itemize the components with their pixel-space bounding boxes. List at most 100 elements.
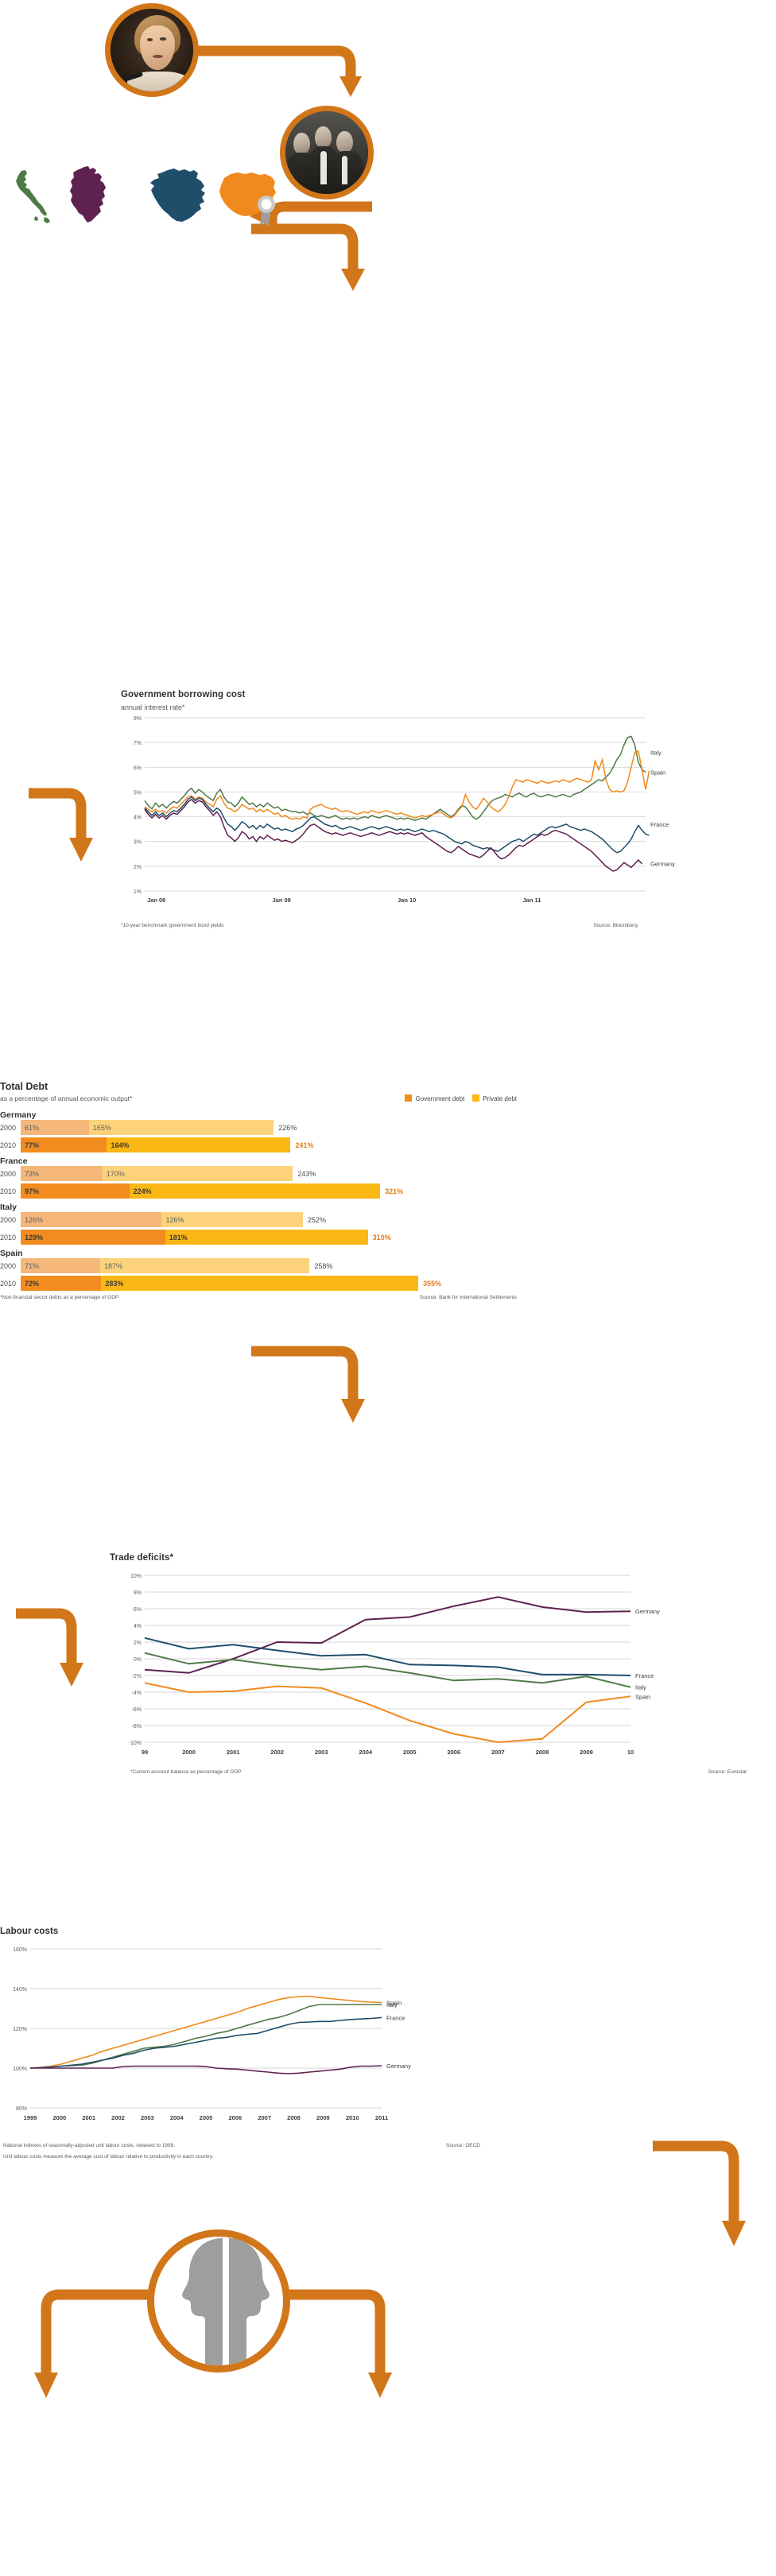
flow-arrow-7 bbox=[648, 2138, 767, 2281]
map-germany bbox=[64, 165, 116, 226]
trade-deficits-title: Trade deficits* bbox=[110, 1553, 770, 1563]
debt-group-france: France200073%170%243%201097%224%321% bbox=[0, 1156, 517, 1199]
debt-segment-private: 165% bbox=[89, 1120, 274, 1135]
svg-text:Jan 10: Jan 10 bbox=[398, 897, 416, 904]
svg-text:-6%: -6% bbox=[132, 1707, 142, 1713]
svg-text:Jan 09: Jan 09 bbox=[273, 897, 291, 904]
chart-trade-deficits: Trade deficits* 10%8%6%4%2%0%-2%-4%-6%-8… bbox=[110, 1553, 770, 1792]
borrowing-chart-source: Source: Bloomberg bbox=[593, 923, 638, 928]
svg-text:1999: 1999 bbox=[24, 2114, 37, 2121]
debt-group-italy: Italy2000126%126%252%2010129%181%310% bbox=[0, 1203, 517, 1245]
debt-segment-government: 61% bbox=[21, 1120, 89, 1135]
svg-text:2001: 2001 bbox=[82, 2114, 95, 2121]
labour-costs-footnote: National indexes of seasonally-adjusted … bbox=[3, 2143, 175, 2148]
series-label-italy: Italy bbox=[386, 2001, 398, 2009]
two-faces-icon bbox=[154, 2237, 290, 2373]
svg-text:2011: 2011 bbox=[375, 2114, 388, 2121]
debt-row-total: 355% bbox=[423, 1280, 441, 1288]
map-france bbox=[149, 167, 209, 226]
svg-text:2008: 2008 bbox=[287, 2114, 301, 2121]
series-label-france: France bbox=[650, 821, 669, 828]
debt-segment-government: 73% bbox=[21, 1166, 103, 1181]
series-line-france bbox=[145, 797, 650, 853]
svg-text:2004: 2004 bbox=[170, 2114, 184, 2121]
italy-shape bbox=[16, 170, 50, 223]
debt-row: 200073%170%243% bbox=[0, 1166, 517, 1181]
svg-text:2005: 2005 bbox=[200, 2114, 213, 2121]
svg-text:2000: 2000 bbox=[52, 2114, 66, 2121]
flow-arrow-4 bbox=[24, 787, 127, 890]
debt-row-year: 2010 bbox=[0, 1280, 21, 1288]
svg-text:4%: 4% bbox=[134, 815, 142, 821]
legend-label-government-debt: Government debt bbox=[415, 1095, 464, 1102]
svg-text:2006: 2006 bbox=[447, 1749, 460, 1756]
svg-text:2005: 2005 bbox=[403, 1749, 417, 1756]
series-label-france: France bbox=[386, 2014, 405, 2021]
labour-costs-footnote-2: Unit labour costs measure the average co… bbox=[3, 2154, 213, 2160]
angela-merkel-photo bbox=[105, 3, 199, 97]
debt-bar: 61%165% bbox=[21, 1120, 274, 1135]
svg-text:2%: 2% bbox=[134, 1641, 142, 1646]
debt-segment-private: 126% bbox=[161, 1212, 302, 1227]
debt-row: 201072%283%355% bbox=[0, 1276, 517, 1291]
series-label-spain: Spain bbox=[650, 769, 665, 777]
svg-text:0%: 0% bbox=[134, 1657, 142, 1663]
svg-text:2008: 2008 bbox=[536, 1749, 549, 1756]
politicians-group-photo bbox=[280, 106, 374, 199]
map-italy bbox=[8, 169, 52, 226]
svg-text:7%: 7% bbox=[134, 741, 142, 746]
debt-row-total: 243% bbox=[297, 1170, 316, 1178]
debt-segment-private: 283% bbox=[101, 1276, 418, 1291]
series-line-spain bbox=[145, 1683, 630, 1742]
debt-row-total: 258% bbox=[314, 1262, 332, 1270]
svg-text:1%: 1% bbox=[134, 889, 142, 895]
debt-row-total: 241% bbox=[295, 1141, 313, 1149]
labour-costs-title: Labour costs bbox=[0, 1927, 493, 1936]
svg-text:2004: 2004 bbox=[359, 1749, 373, 1756]
svg-text:2009: 2009 bbox=[316, 2114, 330, 2121]
debt-segment-government: 97% bbox=[21, 1183, 130, 1199]
trade-deficits-plot: 10%8%6%4%2%0%-2%-4%-6%-8%-10%GermanyFran… bbox=[110, 1567, 770, 1766]
flow-arrow-5 bbox=[246, 1343, 390, 1447]
debt-country-label: Spain bbox=[0, 1249, 517, 1258]
svg-text:2%: 2% bbox=[134, 865, 142, 870]
labour-costs-plot: 160%140%120%100%80%SpainItalyFranceGerma… bbox=[0, 1941, 493, 2140]
debt-segment-private: 224% bbox=[130, 1183, 380, 1199]
series-label-germany: Germany bbox=[650, 861, 675, 868]
chart-labour-costs: Labour costs 160%140%120%100%80%SpainIta… bbox=[0, 1927, 493, 2181]
debt-segment-government: 129% bbox=[21, 1230, 165, 1245]
svg-text:-8%: -8% bbox=[132, 1724, 142, 1730]
total-debt-title: Total Debt bbox=[0, 1081, 517, 1092]
flow-arrow-9 bbox=[278, 2285, 413, 2428]
svg-text:2003: 2003 bbox=[141, 2114, 154, 2121]
total-debt-legend: Government debt Private debt bbox=[405, 1094, 517, 1102]
two-faces-silhouette bbox=[147, 2229, 290, 2373]
legend-label-private-debt: Private debt bbox=[483, 1095, 517, 1102]
svg-text:Jan 08: Jan 08 bbox=[147, 897, 165, 904]
svg-text:2007: 2007 bbox=[258, 2114, 271, 2121]
svg-text:99: 99 bbox=[142, 1749, 148, 1756]
flow-arrow-8 bbox=[24, 2285, 159, 2428]
debt-country-label: Germany bbox=[0, 1110, 517, 1120]
svg-text:6%: 6% bbox=[134, 765, 142, 771]
debt-country-label: Italy bbox=[0, 1203, 517, 1212]
debt-row: 201077%164%241% bbox=[0, 1137, 517, 1152]
trade-deficits-source: Source: Eurostat bbox=[708, 1769, 747, 1775]
debt-row-year: 2000 bbox=[0, 1262, 21, 1270]
debt-bar: 73%170% bbox=[21, 1166, 293, 1181]
series-line-italy bbox=[145, 736, 646, 820]
total-debt-groups: Germany200061%165%226%201077%164%241%Fra… bbox=[0, 1110, 517, 1291]
svg-text:140%: 140% bbox=[13, 1987, 27, 1993]
debt-row: 2000126%126%252% bbox=[0, 1212, 517, 1227]
legend-item-government-debt: Government debt bbox=[405, 1094, 464, 1102]
series-label-spain: Spain bbox=[635, 1693, 650, 1700]
svg-text:80%: 80% bbox=[16, 2106, 27, 2112]
svg-text:-10%: -10% bbox=[129, 1741, 142, 1746]
series-label-france: France bbox=[635, 1672, 654, 1679]
svg-text:2010: 2010 bbox=[346, 2114, 359, 2121]
debt-row-total: 252% bbox=[308, 1216, 326, 1224]
flow-arrow-1 bbox=[195, 38, 378, 102]
total-debt-footnote: *Non-financial sector debts as a percent… bbox=[0, 1295, 118, 1300]
borrowing-chart-plot: 1%2%3%4%5%6%7%8%ItalySpainFranceGermanyJ… bbox=[121, 711, 757, 926]
trade-deficits-footnote: *Current account balance as percentage o… bbox=[130, 1769, 241, 1775]
